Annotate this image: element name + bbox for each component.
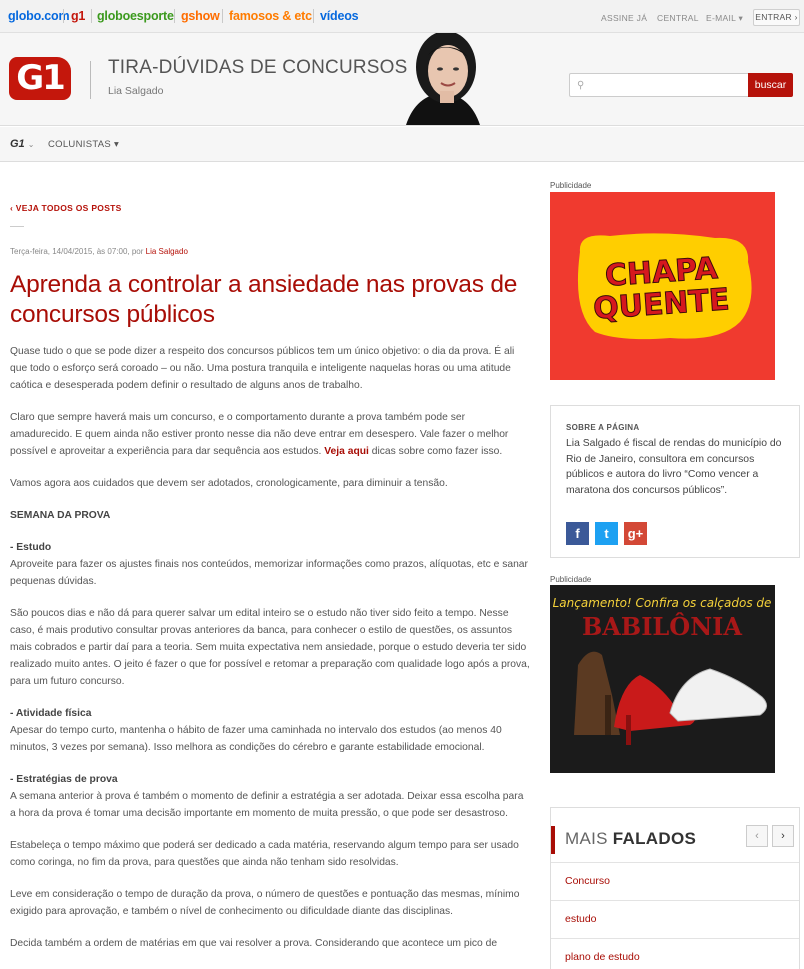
list-item[interactable]: plano de estudo	[551, 938, 799, 969]
divider	[91, 9, 92, 23]
blog-header: G1 TIRA-DÚVIDAS DE CONCURSOS Lia Salgado…	[0, 33, 804, 126]
post-meta: Terça-feira, 14/04/2015, às 07:00, por L…	[10, 247, 188, 256]
about-text: Lia Salgado é fiscal de rendas do municí…	[566, 438, 782, 496]
paragraph: Estabeleça o tempo máximo que poderá ser…	[10, 840, 519, 868]
login-button[interactable]: ENTRAR ›	[753, 9, 800, 26]
divider	[313, 9, 314, 23]
sub-navigation: G1 ⌄ COLUNISTAS ▾	[0, 127, 804, 162]
google-plus-icon[interactable]: g+	[624, 522, 647, 545]
divider	[90, 61, 91, 99]
famosos-link[interactable]: famosos & etc	[229, 9, 312, 23]
about-label: SOBRE A PÁGINA	[566, 423, 640, 432]
gshow-link[interactable]: gshow	[181, 9, 220, 23]
list-item[interactable]: estudo	[551, 900, 799, 938]
section-heading: SEMANA DA PROVA	[10, 510, 111, 521]
email-link[interactable]: E-MAIL ▾	[706, 13, 743, 24]
article-body: Quase tudo o que se pode dizer a respeit…	[10, 343, 530, 967]
ad-label: Publicidade	[550, 575, 592, 584]
globoesporte-link[interactable]: globoesporte	[97, 9, 174, 23]
divider	[174, 9, 175, 23]
accent-bar	[551, 826, 555, 854]
author-portrait	[376, 33, 510, 125]
paragraph: São poucos dias e não dá para querer sal…	[10, 608, 530, 687]
back-to-posts-link[interactable]: ‹ VEJA TODOS OS POSTS	[10, 203, 122, 213]
ad-brand: BABILÔNIA	[582, 612, 742, 641]
subheading: - Estratégias de prova	[10, 774, 118, 785]
subheading: - Estudo	[10, 542, 52, 553]
global-top-bar: globo.com g1 globoesporte gshow famosos …	[0, 0, 804, 33]
post-author-link[interactable]: Lia Salgado	[146, 247, 188, 256]
paragraph: Leve em consideração o tempo de duração …	[10, 889, 520, 917]
videos-link[interactable]: vídeos	[320, 9, 359, 23]
divider	[63, 9, 64, 23]
g1-logo[interactable]: G1	[9, 57, 71, 100]
divider	[10, 226, 24, 227]
search-icon: ⚲	[577, 80, 585, 91]
paragraph: Quase tudo o que se pode dizer a respeit…	[10, 346, 515, 391]
list-item[interactable]: Concurso	[551, 862, 799, 900]
next-arrow-icon[interactable]: ›	[772, 825, 794, 847]
subheading: - Atividade física	[10, 708, 92, 719]
veja-aqui-link[interactable]: Veja aqui	[324, 446, 369, 457]
about-page-box: SOBRE A PÁGINA Lia Salgado é fiscal de r…	[550, 405, 800, 558]
g1-menu[interactable]: G1 ⌄	[10, 138, 34, 150]
paragraph: - Atividade física Apesar do tempo curto,…	[10, 708, 502, 753]
widget-title: MAIS FALADOS	[565, 829, 697, 848]
g1-link[interactable]: g1	[71, 9, 85, 23]
blog-title[interactable]: TIRA-DÚVIDAS DE CONCURSOS	[108, 57, 408, 79]
post-date: Terça-feira, 14/04/2015, às 07:00, por	[10, 247, 146, 256]
paragraph: Claro que sempre haverá mais um concurso…	[10, 412, 509, 457]
paragraph: - Estudo Aproveite para fazer os ajustes …	[10, 542, 528, 587]
ad-label: Publicidade	[550, 181, 592, 190]
prev-arrow-icon[interactable]: ‹	[746, 825, 768, 847]
chevron-down-icon: ⌄	[27, 140, 35, 149]
colunistas-menu[interactable]: COLUNISTAS ▾	[48, 139, 119, 150]
advertisement-banner[interactable]: CHAPA QUENTE	[550, 192, 775, 380]
search-input[interactable]: ⚲	[569, 73, 749, 97]
facebook-icon[interactable]: f	[566, 522, 589, 545]
central-link[interactable]: CENTRAL	[657, 13, 699, 23]
article-headline: Aprenda a controlar a ansiedade nas prov…	[10, 271, 518, 328]
globocom-link[interactable]: globo.com	[8, 9, 70, 23]
divider	[222, 9, 223, 23]
blog-author: Lia Salgado	[108, 85, 164, 97]
mais-falados-widget: MAIS FALADOS ‹ › Concurso estudo plano d…	[550, 807, 800, 969]
ad-heading: Lançamento! Confira os calçados de	[553, 596, 772, 610]
advertisement-banner[interactable]: Lançamento! Confira os calçados de BABIL…	[550, 585, 775, 773]
search-button[interactable]: buscar	[748, 73, 793, 97]
paragraph: Decida também a ordem de matérias em que…	[10, 938, 498, 949]
paragraph: - Estratégias de prova A semana anterior …	[10, 774, 524, 819]
assine-link[interactable]: ASSINE JÁ	[601, 13, 647, 23]
paragraph: Vamos agora aos cuidados que devem ser a…	[10, 478, 448, 489]
twitter-icon[interactable]: t	[595, 522, 618, 545]
